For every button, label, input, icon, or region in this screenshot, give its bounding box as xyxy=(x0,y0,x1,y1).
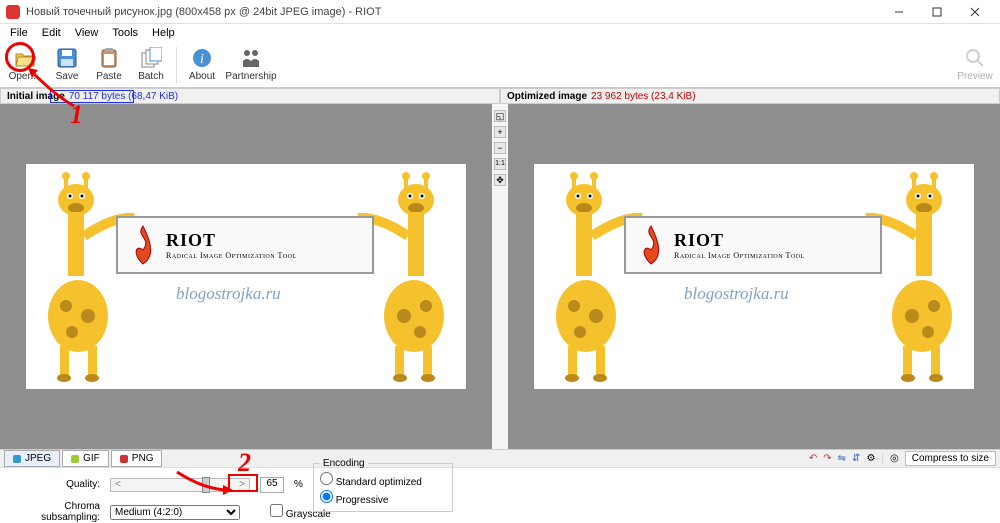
preview-button[interactable]: Preview xyxy=(954,43,996,87)
optimized-image-pane[interactable]: RIOT Radical Image Optimization Tool blo… xyxy=(508,104,1000,449)
menu-view[interactable]: View xyxy=(69,26,105,40)
giraffe-right-icon xyxy=(356,166,446,384)
initial-canvas: RIOT Radical Image Optimization Tool blo… xyxy=(26,164,466,389)
titlebar: Новый точечный рисунок.jpg (800x458 px @… xyxy=(0,0,1000,24)
giraffe-left-icon xyxy=(46,166,136,384)
zoom-in-icon[interactable]: + xyxy=(494,126,506,138)
toolbar: Open... Save Paste Batch i About Partner… xyxy=(0,42,1000,88)
zoom-pan-icon[interactable]: ✥ xyxy=(494,174,506,186)
close-button[interactable] xyxy=(956,0,994,24)
menu-help[interactable]: Help xyxy=(146,26,181,40)
tab-gif[interactable]: GIF xyxy=(62,450,109,467)
giraffe-left-icon xyxy=(554,166,644,384)
flame-icon xyxy=(126,224,160,266)
settings-icon[interactable]: ⚙ xyxy=(866,453,875,464)
chroma-select[interactable]: Medium (4:2:0) xyxy=(110,505,240,520)
batch-icon xyxy=(140,47,162,69)
watermark-url: blogostrojka.ru xyxy=(176,284,281,304)
optimized-image-info: Optimized image 23 962 bytes (23,4 KiB) xyxy=(500,88,1000,104)
tab-jpeg[interactable]: JPEG xyxy=(4,450,60,467)
batch-button[interactable]: Batch xyxy=(130,43,172,87)
partnership-button[interactable]: Partnership xyxy=(223,43,279,87)
folder-open-icon xyxy=(14,47,36,69)
chroma-label: Chroma subsampling: xyxy=(10,501,100,523)
quality-value[interactable]: 65 xyxy=(260,477,284,493)
maximize-button[interactable] xyxy=(918,0,956,24)
compress-to-size-button[interactable]: Compress to size xyxy=(905,451,996,466)
zoom-fit-icon[interactable]: ◱ xyxy=(494,110,506,122)
zoom-11-button[interactable]: 1:1 xyxy=(494,158,506,170)
rotate-right-icon[interactable]: ↷ xyxy=(823,453,831,464)
info-bar: Initial image 70 117 bytes (68,47 KiB) O… xyxy=(0,88,1000,104)
encoding-standard[interactable]: Standard optimized xyxy=(320,472,442,490)
window-title: Новый точечный рисунок.jpg (800x458 px @… xyxy=(26,6,880,18)
save-button[interactable]: Save xyxy=(46,43,88,87)
encoding-group: Encoding Standard optimized Progressive xyxy=(313,458,453,512)
flame-icon xyxy=(634,224,668,266)
riot-sign: RIOT Radical Image Optimization Tool xyxy=(624,216,882,274)
separator xyxy=(176,47,177,83)
initial-image-info: Initial image 70 117 bytes (68,47 KiB) xyxy=(0,88,500,104)
minimize-button[interactable] xyxy=(880,0,918,24)
paste-button[interactable]: Paste xyxy=(88,43,130,87)
app-icon xyxy=(6,5,20,19)
menu-file[interactable]: File xyxy=(4,26,34,40)
handshake-icon xyxy=(240,47,262,69)
clipboard-icon xyxy=(98,47,120,69)
optimized-canvas: RIOT Radical Image Optimization Tool blo… xyxy=(534,164,974,389)
workspace: RIOT Radical Image Optimization Tool blo… xyxy=(0,104,1000,449)
zoom-out-icon[interactable]: − xyxy=(494,142,506,154)
format-tabs: JPEG GIF PNG ↶ ↷ ⇋ ⇵ ⚙ | ◎ Compress to s… xyxy=(0,449,1000,467)
menubar: File Edit View Tools Help xyxy=(0,24,1000,42)
initial-image-pane[interactable]: RIOT Radical Image Optimization Tool blo… xyxy=(0,104,492,449)
zoom-strip: ◱ + − 1:1 ✥ xyxy=(492,104,508,449)
magnifier-icon xyxy=(964,47,986,69)
encoding-progressive[interactable]: Progressive xyxy=(320,490,442,508)
info-icon: i xyxy=(191,47,213,69)
floppy-icon xyxy=(56,47,78,69)
rotate-left-icon[interactable]: ↶ xyxy=(809,453,817,464)
menu-edit[interactable]: Edit xyxy=(36,26,67,40)
about-button[interactable]: i About xyxy=(181,43,223,87)
quality-slider[interactable]: < > xyxy=(110,478,250,492)
controls-row1: Quality: < > 65 % Encoding Standard opti… xyxy=(0,467,1000,501)
flip-h-icon[interactable]: ⇋ xyxy=(838,453,846,464)
compress-icon: ◎ xyxy=(890,453,899,464)
controls-row2: Chroma subsampling: Medium (4:2:0) Grays… xyxy=(0,501,1000,523)
menu-tools[interactable]: Tools xyxy=(106,26,144,40)
flip-v-icon[interactable]: ⇵ xyxy=(852,453,860,464)
tab-png[interactable]: PNG xyxy=(111,450,163,467)
quality-label: Quality: xyxy=(10,479,100,490)
open-button[interactable]: Open... xyxy=(4,43,46,87)
giraffe-right-icon xyxy=(864,166,954,384)
watermark-url: blogostrojka.ru xyxy=(684,284,789,304)
riot-sign: RIOT Radical Image Optimization Tool xyxy=(116,216,374,274)
svg-text:i: i xyxy=(200,52,204,67)
